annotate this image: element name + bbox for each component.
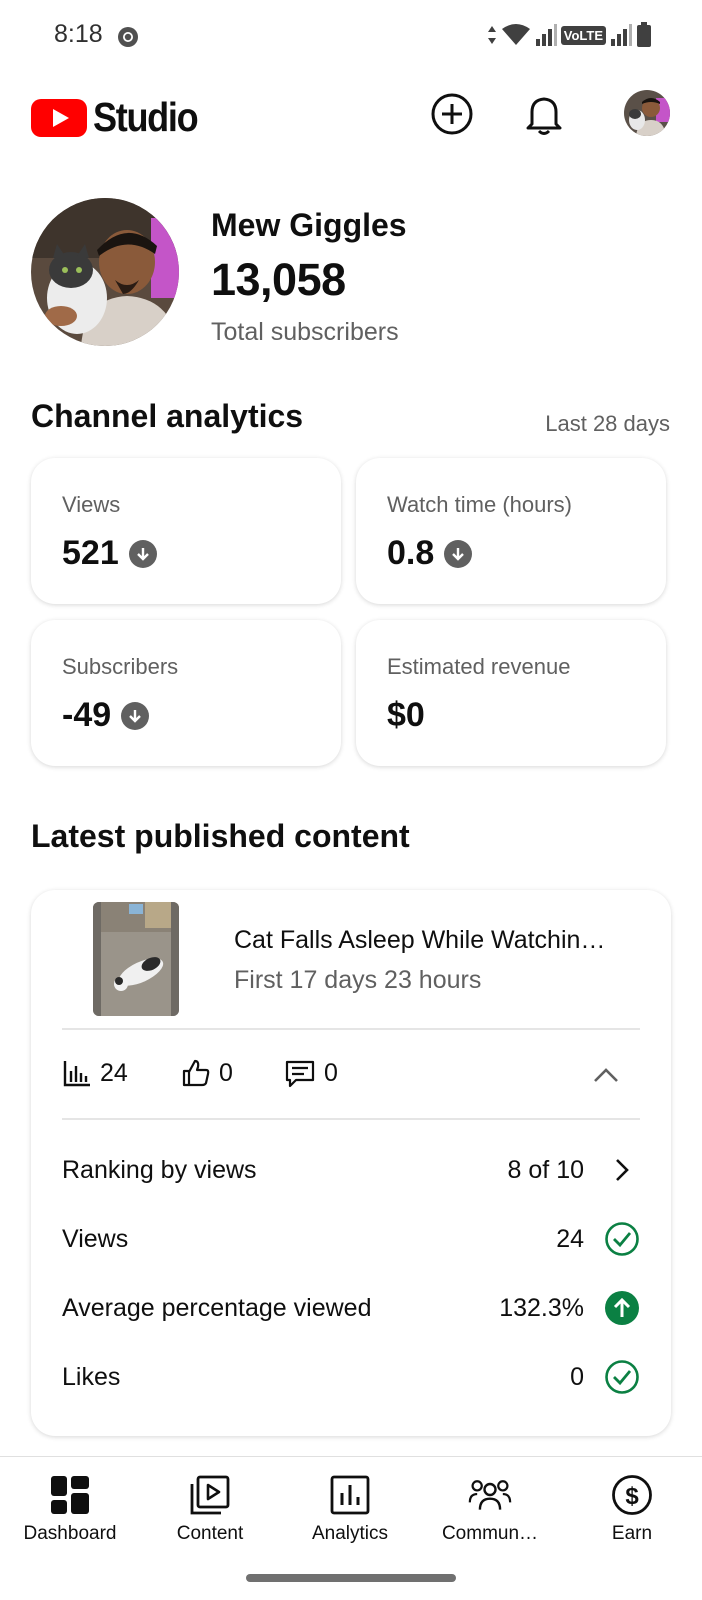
nav-label: Earn xyxy=(611,1523,653,1544)
chevron-right-icon xyxy=(604,1152,640,1188)
status-time: 8:18 xyxy=(54,20,103,48)
video-thumbnail[interactable] xyxy=(93,902,179,1016)
notifications-bell-icon xyxy=(526,97,562,135)
svg-text:$: $ xyxy=(625,1483,639,1510)
latest-content-card: Cat Falls Asleep While Watchin… First 17… xyxy=(31,890,671,1436)
stat-value: 521 xyxy=(62,534,157,573)
status-icons: VoLTE xyxy=(487,20,652,50)
stat-label: Views xyxy=(62,492,121,517)
stat-number: 521 xyxy=(62,534,119,572)
data-arrows-icon xyxy=(487,26,496,44)
stat-label: Watch time (hours) xyxy=(387,492,573,517)
thumbs-up-icon xyxy=(182,1059,210,1087)
analytics-range: Last 28 days xyxy=(545,411,670,436)
thumbnail-image xyxy=(93,902,179,1016)
stat-card-views[interactable]: Views 521 xyxy=(31,458,341,604)
content-icon xyxy=(188,1473,232,1517)
channel-photo xyxy=(31,198,179,346)
trend-down-icon xyxy=(128,539,157,568)
stat-number: 0.8 xyxy=(387,534,435,572)
row-value: 0 xyxy=(570,1363,584,1391)
stat-card-subscribers[interactable]: Subscribers -49 xyxy=(31,620,341,766)
stat-value: 0.8 xyxy=(387,534,473,573)
notifications-button[interactable] xyxy=(520,90,568,138)
row-label: Ranking by views xyxy=(62,1156,257,1184)
row-label: Views xyxy=(62,1225,129,1253)
divider xyxy=(62,1028,640,1030)
battery-icon xyxy=(637,22,651,47)
bar-chart-icon xyxy=(63,1061,90,1087)
studio-logo[interactable]: Studio xyxy=(31,94,212,141)
views-count: 24 xyxy=(100,1058,128,1087)
stat-label: Estimated revenue xyxy=(387,654,571,679)
row-value: 24 xyxy=(556,1225,584,1253)
nav-dashboard[interactable]: Dashboard xyxy=(5,1467,135,1547)
volte-badge: VoLTE xyxy=(560,25,606,45)
row-value: 8 of 10 xyxy=(507,1156,584,1184)
nav-label: Commun… xyxy=(441,1523,539,1544)
row-label: Average percentage viewed xyxy=(62,1294,372,1322)
views-row: Views 24 xyxy=(62,1219,640,1259)
latest-content-title: Latest published content xyxy=(31,818,410,854)
chrome-icon xyxy=(118,27,138,47)
views-metric: 24 xyxy=(62,1058,128,1088)
video-title[interactable]: Cat Falls Asleep While Watchin… xyxy=(234,926,605,955)
earn-icon: $ xyxy=(610,1473,654,1517)
stat-label: Subscribers xyxy=(62,654,179,679)
analytics-icon xyxy=(328,1473,372,1517)
video-subtitle: First 17 days 23 hours xyxy=(234,966,482,994)
comments-metric: 0 xyxy=(284,1058,338,1088)
dashboard-icon xyxy=(48,1473,92,1517)
likes-metric: 0 xyxy=(181,1058,233,1088)
home-indicator[interactable] xyxy=(246,1574,456,1582)
nav-content[interactable]: Content xyxy=(145,1467,275,1547)
account-avatar[interactable] xyxy=(624,90,670,136)
likes-count: 0 xyxy=(219,1058,233,1087)
stat-number: $0 xyxy=(387,696,425,734)
stat-card-watch-time[interactable]: Watch time (hours) 0.8 xyxy=(356,458,666,604)
stat-value: -49 xyxy=(62,696,150,735)
likes-row: Likes 0 xyxy=(62,1357,640,1397)
status-bar: 8:18 VoLTE xyxy=(0,0,702,70)
trend-down-icon xyxy=(121,701,150,730)
ranking-row[interactable]: Ranking by views 8 of 10 xyxy=(62,1150,640,1190)
nav-label: Dashboard xyxy=(23,1523,117,1544)
create-button[interactable] xyxy=(428,90,476,138)
stat-number: -49 xyxy=(62,696,112,734)
app-name: Studio xyxy=(93,94,199,140)
check-circle-icon xyxy=(604,1359,640,1395)
nav-label: Analytics xyxy=(311,1523,389,1544)
comments-count: 0 xyxy=(324,1058,338,1087)
check-circle-icon xyxy=(604,1221,640,1257)
nav-analytics[interactable]: Analytics xyxy=(285,1467,415,1547)
channel-avatar[interactable] xyxy=(31,198,179,346)
signal-2-icon xyxy=(611,24,632,46)
app-header: Studio xyxy=(0,84,702,144)
stat-card-revenue[interactable]: Estimated revenue $0 xyxy=(356,620,666,766)
subscriber-label: Total subscribers xyxy=(211,318,399,346)
wifi-icon xyxy=(501,24,530,45)
divider xyxy=(62,1118,640,1120)
create-icon xyxy=(431,93,473,135)
row-label: Likes xyxy=(62,1363,121,1391)
arrow-up-circle-icon xyxy=(604,1290,640,1326)
comment-icon xyxy=(285,1060,315,1088)
analytics-title: Channel analytics xyxy=(31,398,304,434)
signal-icon xyxy=(535,24,557,46)
chevron-up-icon[interactable] xyxy=(591,1060,621,1090)
youtube-logo-icon xyxy=(31,98,87,137)
avatar-photo xyxy=(624,90,670,136)
channel-name: Mew Giggles xyxy=(211,207,407,243)
stat-value: $0 xyxy=(387,696,425,735)
trend-down-icon xyxy=(444,539,473,568)
nav-earn[interactable]: $ Earn xyxy=(567,1467,697,1547)
row-value: 132.3% xyxy=(499,1294,584,1322)
community-icon xyxy=(468,1473,512,1517)
avg-percentage-row: Average percentage viewed 132.3% xyxy=(62,1288,640,1328)
nav-label: Content xyxy=(176,1523,244,1544)
nav-community[interactable]: Commun… xyxy=(425,1467,555,1547)
subscriber-count: 13,058 xyxy=(211,254,346,305)
